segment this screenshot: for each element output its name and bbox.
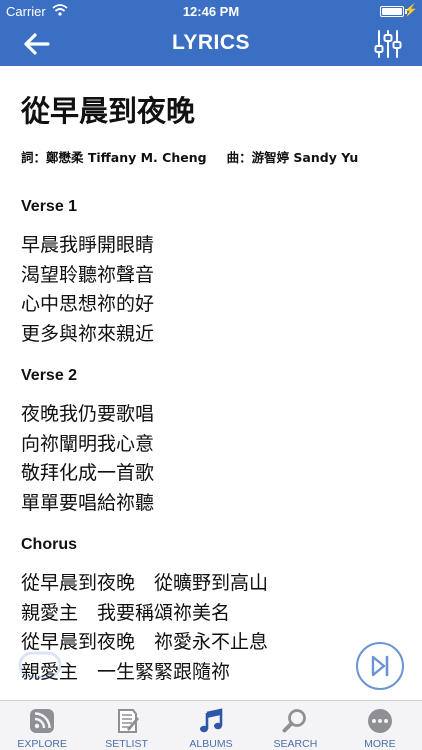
lyrics-content[interactable]: 從早晨到夜晚 詞：鄭懋柔 Tiffany M. Cheng 曲：游智婷 Sandy… xyxy=(0,66,422,700)
lyric-line: 向祢闡明我心意 xyxy=(21,432,155,455)
tab-label: SEARCH xyxy=(273,738,318,750)
charging-icon: ⚡ xyxy=(403,3,418,17)
list-icon xyxy=(117,709,139,733)
lyric-line: 敬拜化成一首歌 xyxy=(21,462,155,484)
section-label-chorus: Chorus xyxy=(21,536,77,553)
more-icon xyxy=(367,709,392,733)
nav-bar: LYRICS xyxy=(0,22,422,66)
status-time: 12:46 PM xyxy=(182,4,240,19)
tab-label: ALBUMS xyxy=(189,738,233,750)
skip-next-icon xyxy=(371,655,389,677)
tab-search[interactable]: SEARCH xyxy=(253,701,337,750)
lyric-block-verse-2: 夜晚我仍要歌唱 向祢闡明我心意 敬拜化成一首歌 單單要唱給祢聽 xyxy=(21,400,422,518)
lyric-line: 心中思想祢的好 xyxy=(21,293,155,315)
tab-setlist[interactable]: SETLIST xyxy=(84,701,168,750)
lyric-line: 渴望聆聽祢聲音 xyxy=(21,263,155,286)
tab-label: EXPLORE xyxy=(17,738,67,750)
feed-icon xyxy=(30,709,55,733)
tab-label: SETLIST xyxy=(105,738,148,750)
tab-albums[interactable]: ALBUMS xyxy=(169,701,253,750)
tab-more[interactable]: MORE xyxy=(338,701,422,750)
search-icon xyxy=(282,709,307,733)
status-bar: Carrier 12:46 PM ⚡ xyxy=(0,0,422,22)
lyric-line: 從早晨到夜晚 從曠野到高山 xyxy=(21,572,269,594)
lyric-line: 更多與祢來親近 xyxy=(21,322,155,345)
song-credits: 詞：鄭懋柔 Tiffany M. Cheng 曲：游智婷 Sandy Yu xyxy=(21,149,422,167)
lyric-line: 早晨我睜開眼睛 xyxy=(21,234,155,256)
composer-credit: 曲：游智婷 Sandy Yu xyxy=(226,150,359,165)
lyricist-credit: 詞：鄭懋柔 Tiffany M. Cheng xyxy=(21,150,207,165)
lyric-line: 親愛主 我要稱頌祢美名 xyxy=(21,601,231,624)
tab-bar: EXPLORE SETLIST ALBUMS SEARCH MORE xyxy=(0,700,422,750)
lyric-block-verse-1: 早晨我睜開眼睛 渴望聆聽祢聲音 心中思想祢的好 更多與祢來親近 xyxy=(21,231,422,349)
battery-icon xyxy=(380,6,404,17)
section-label-verse-1: Verse 1 xyxy=(21,198,78,215)
sliders-icon[interactable] xyxy=(374,29,402,59)
page-title: LYRICS xyxy=(171,31,251,54)
tab-explore[interactable]: EXPLORE xyxy=(0,701,84,750)
skip-play-button[interactable] xyxy=(356,642,404,690)
faded-overlay-icon xyxy=(18,651,62,679)
song-title: 從早晨到夜晚 xyxy=(21,94,196,128)
lyric-line: 夜晚我仍要歌唱 xyxy=(21,403,155,425)
section-label-verse-2: Verse 2 xyxy=(21,367,78,384)
music-note-icon xyxy=(200,708,223,733)
tab-label: MORE xyxy=(364,738,396,750)
lyric-line: 單單要唱給祢聽 xyxy=(21,491,155,514)
